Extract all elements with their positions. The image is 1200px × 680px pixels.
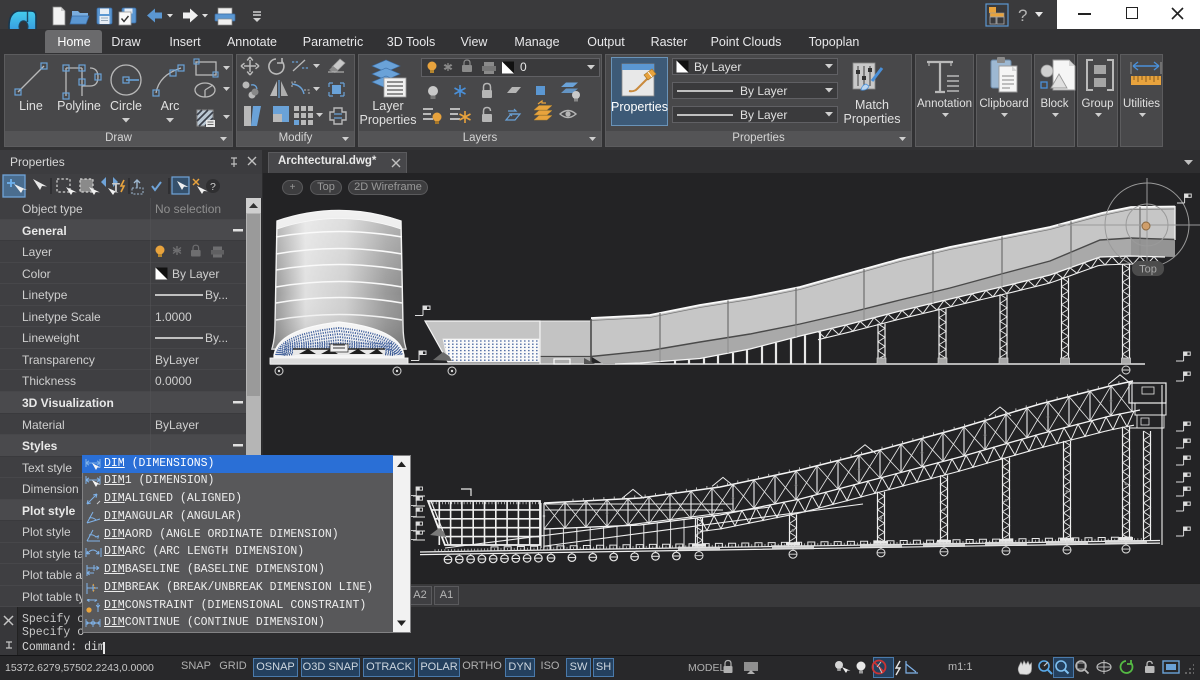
svg-text:T: T	[112, 180, 120, 195]
svg-text:Circle: Circle	[110, 99, 142, 113]
svg-text:Top: Top	[1139, 264, 1157, 276]
svg-text:?: ?	[1018, 6, 1027, 25]
svg-text:Polyline: Polyline	[57, 99, 101, 113]
svg-text:?: ?	[210, 181, 216, 193]
svg-text:Arc: Arc	[161, 99, 180, 113]
svg-text:Line: Line	[19, 99, 43, 113]
